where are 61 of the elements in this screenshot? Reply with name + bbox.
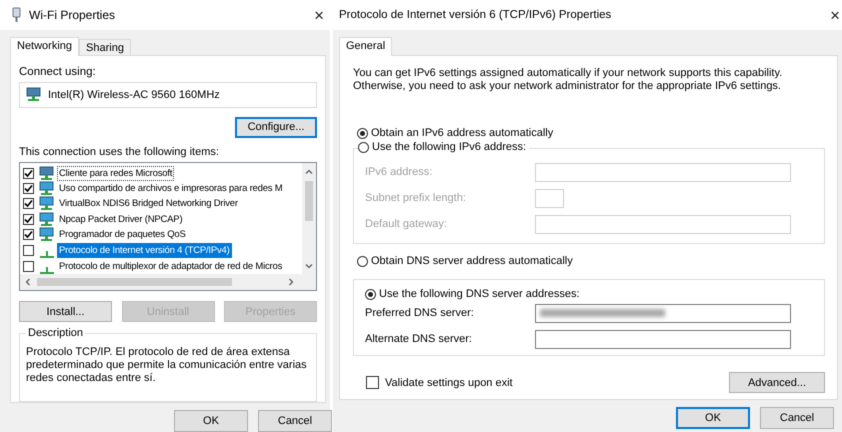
checkbox[interactable] [23, 228, 34, 240]
network-monitor-icon [39, 226, 55, 242]
radio-option[interactable]: Obtain an IPv6 address automatically [357, 127, 825, 139]
checkbox[interactable] [23, 168, 34, 179]
advanced-button[interactable]: Advanced... [729, 372, 825, 393]
scroll-left-icon[interactable] [23, 277, 33, 288]
field-label: Preferred DNS server: [365, 307, 475, 319]
items-list[interactable] [19, 162, 317, 292]
checkbox[interactable] [23, 214, 34, 225]
field-label: Subnet prefix length: [365, 192, 467, 204]
adapter-field: Intel(R) Wireless-AC 9560 160MHz [19, 82, 317, 108]
vertical-scrollbar[interactable] [302, 162, 316, 274]
scroll-right-icon[interactable] [286, 277, 296, 288]
checkbox[interactable] [366, 376, 379, 389]
intro-text: You can get IPv6 settings assigned automatically if your network supports this capability. Otherwise, you need to ask your network administrator for the appropriate IPv6 settings. [353, 67, 784, 93]
network-monitor-icon [39, 212, 55, 227]
checkbox[interactable] [23, 183, 34, 194]
action-button[interactable]: Install... [19, 301, 112, 322]
dialog-button[interactable]: Cancel [760, 407, 834, 429]
network-monitor-icon [39, 166, 55, 181]
checkbox[interactable] [23, 198, 34, 210]
close-button[interactable]: × [830, 6, 840, 24]
checkbox[interactable] [23, 260, 34, 272]
group-title: Description [26, 327, 86, 340]
list-item[interactable]: VirtualBox NDIS6 Bridged Networking Driver [57, 196, 240, 212]
network-monitor-icon [39, 181, 55, 196]
radio-option[interactable]: Obtain DNS server address automatically [357, 255, 825, 267]
horizontal-scrollbar[interactable] [20, 274, 316, 290]
items-label: This connection uses the following items: [19, 146, 220, 158]
network-monitor-icon [39, 196, 55, 212]
tab[interactable]: Sharing [79, 39, 131, 55]
validate-checkbox[interactable]: Validate settings upon exit [366, 376, 513, 389]
list-item[interactable]: Uso compartido de archivos e impresoras para redes M [57, 181, 285, 196]
dialog-button[interactable]: OK [676, 407, 750, 429]
close-button[interactable]: × [314, 6, 324, 24]
dialog-button[interactable]: OK [174, 410, 248, 432]
dialog-button[interactable]: Cancel [258, 410, 332, 432]
network-monitor-icon [26, 87, 42, 102]
field-label: Default gateway: [365, 218, 448, 230]
list-item[interactable]: Programador de paquetes QoS [57, 226, 188, 242]
checkbox[interactable] [23, 244, 34, 256]
configure-button[interactable]: Configure... [235, 116, 317, 138]
window-title: Protocolo de Internet versión 6 (TCP/IPv6) Properties [339, 9, 612, 21]
tab[interactable]: General [339, 37, 392, 56]
input-field[interactable] [535, 304, 791, 322]
scroll-thumb[interactable] [305, 180, 313, 221]
field-label: IPv6 address: [365, 166, 434, 178]
list-item[interactable]: Protocolo de Internet versión 4 (TCP/IPv4) [57, 242, 232, 258]
list-item[interactable]: Npcap Packet Driver (NPCAP) [57, 212, 184, 227]
list-item[interactable]: Protocolo de multiplexor de adaptador de red de Micros [57, 258, 284, 274]
scroll-thumb[interactable] [37, 278, 232, 286]
list-item[interactable]: Cliente para redes Microsoft [57, 166, 174, 181]
description-text: Protocolo TCP/IP. El protocolo de red de área extensa predeterminado que permite la comunicación entre varias redes conectadas entre sí. [26, 346, 308, 386]
radio-option[interactable]: Use the following IPv6 address: [358, 141, 530, 153]
tab[interactable]: Networking [10, 37, 80, 56]
field-label: Alternate DNS server: [365, 333, 473, 345]
input-field[interactable] [535, 330, 791, 348]
window-title: Wi-Fi Properties [29, 8, 116, 22]
radio-option[interactable]: Use the following DNS server addresses: [365, 288, 824, 300]
connect-using-label: Connect using: [19, 66, 97, 78]
wifi-adapter-icon [12, 7, 21, 23]
